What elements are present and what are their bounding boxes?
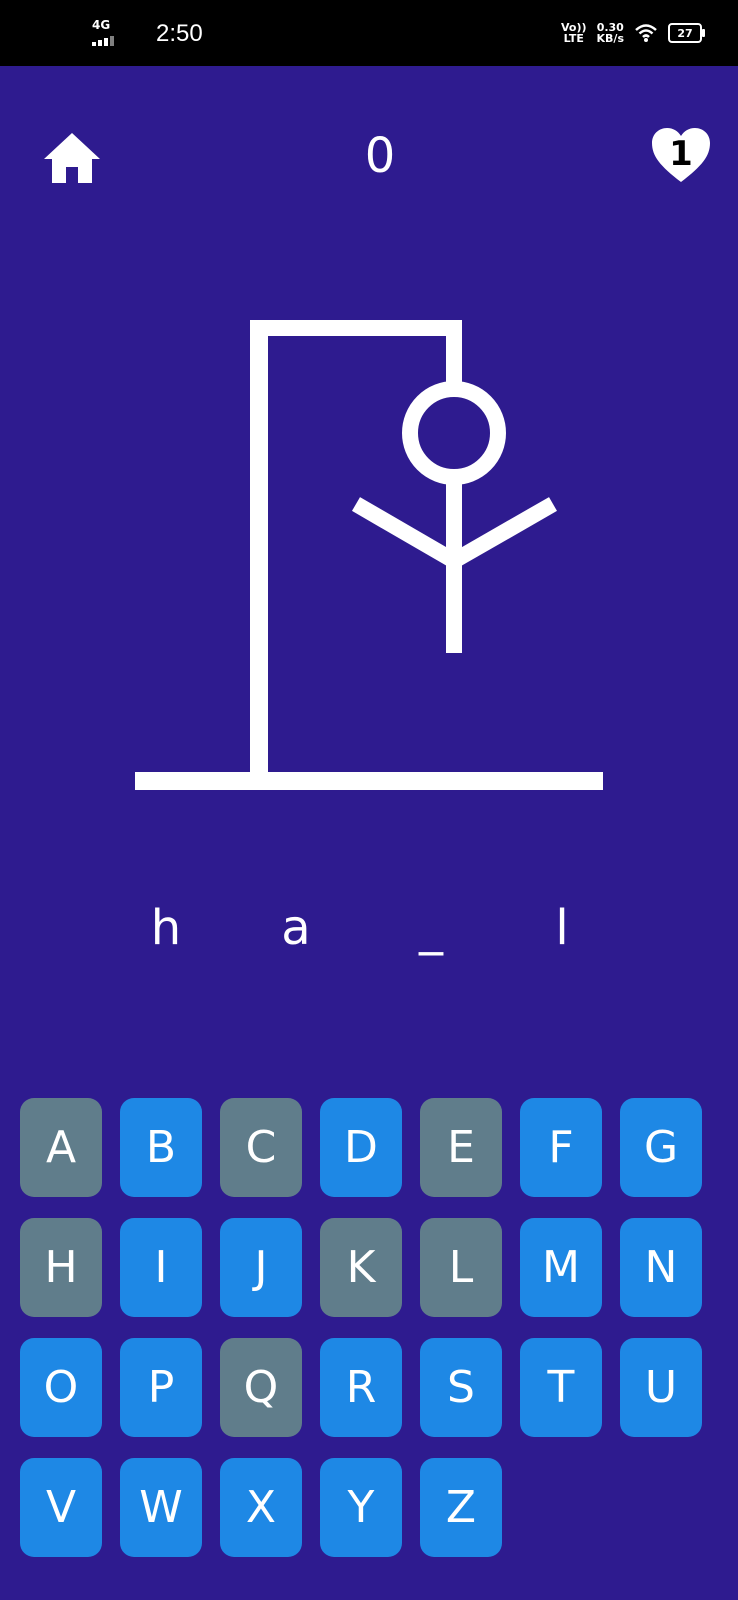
key-t[interactable]: T <box>520 1338 602 1437</box>
status-right: Vo)) LTE 0.30 KB/s 27 <box>560 21 705 45</box>
wifi-icon <box>635 24 657 42</box>
status-bar: 4G 2:50 Vo)) LTE 0.30 KB/s 27 <box>0 0 738 66</box>
key-f[interactable]: F <box>520 1098 602 1197</box>
word-letter: _ <box>419 900 443 956</box>
key-s[interactable]: S <box>420 1338 502 1437</box>
key-d[interactable]: D <box>320 1098 402 1197</box>
key-b[interactable]: B <box>120 1098 202 1197</box>
key-q[interactable]: Q <box>220 1338 302 1437</box>
gallows-beam <box>250 320 462 336</box>
lives-indicator: 1 <box>650 126 712 186</box>
key-w[interactable]: W <box>120 1458 202 1557</box>
signal-icon: 4G <box>92 18 122 46</box>
key-l[interactable]: L <box>420 1218 502 1317</box>
key-e[interactable]: E <box>420 1098 502 1197</box>
home-button[interactable] <box>42 131 102 185</box>
key-g[interactable]: G <box>620 1098 702 1197</box>
gallows-rope <box>446 320 462 386</box>
word-display: h a _ l <box>0 900 738 970</box>
lives-count: 1 <box>669 134 693 174</box>
key-y[interactable]: Y <box>320 1458 402 1557</box>
key-j[interactable]: J <box>220 1218 302 1317</box>
status-left: 4G 2:50 <box>92 18 203 48</box>
key-h[interactable]: H <box>20 1218 102 1317</box>
key-z[interactable]: Z <box>420 1458 502 1557</box>
key-r[interactable]: R <box>320 1338 402 1437</box>
key-p[interactable]: P <box>120 1338 202 1437</box>
battery-level: 27 <box>677 26 693 40</box>
gallows-pole <box>250 320 268 778</box>
hangman-drawing <box>135 320 603 790</box>
word-letter: h <box>150 900 182 956</box>
key-k[interactable]: K <box>320 1218 402 1317</box>
key-i[interactable]: I <box>120 1218 202 1317</box>
stickman-head <box>402 381 506 485</box>
stickman-right-arm <box>448 497 557 569</box>
battery-icon: 27 <box>668 23 705 43</box>
gallows-base <box>135 772 603 790</box>
word-letter: l <box>555 900 569 956</box>
volte-indicator: Vo)) LTE <box>560 21 587 45</box>
stickman-left-arm <box>351 497 461 569</box>
key-o[interactable]: O <box>20 1338 102 1437</box>
key-x[interactable]: X <box>220 1458 302 1557</box>
key-n[interactable]: N <box>620 1218 702 1317</box>
key-v[interactable]: V <box>20 1458 102 1557</box>
word-letter: a <box>281 900 311 956</box>
score-value: 0 <box>364 128 396 184</box>
key-c[interactable]: C <box>220 1098 302 1197</box>
network-speed: 0.30 KB/s <box>596 21 624 45</box>
clock: 2:50 <box>156 20 203 47</box>
key-m[interactable]: M <box>520 1218 602 1317</box>
home-icon <box>44 133 100 183</box>
network-type: 4G <box>92 18 111 32</box>
key-u[interactable]: U <box>620 1338 702 1437</box>
key-a[interactable]: A <box>20 1098 102 1197</box>
